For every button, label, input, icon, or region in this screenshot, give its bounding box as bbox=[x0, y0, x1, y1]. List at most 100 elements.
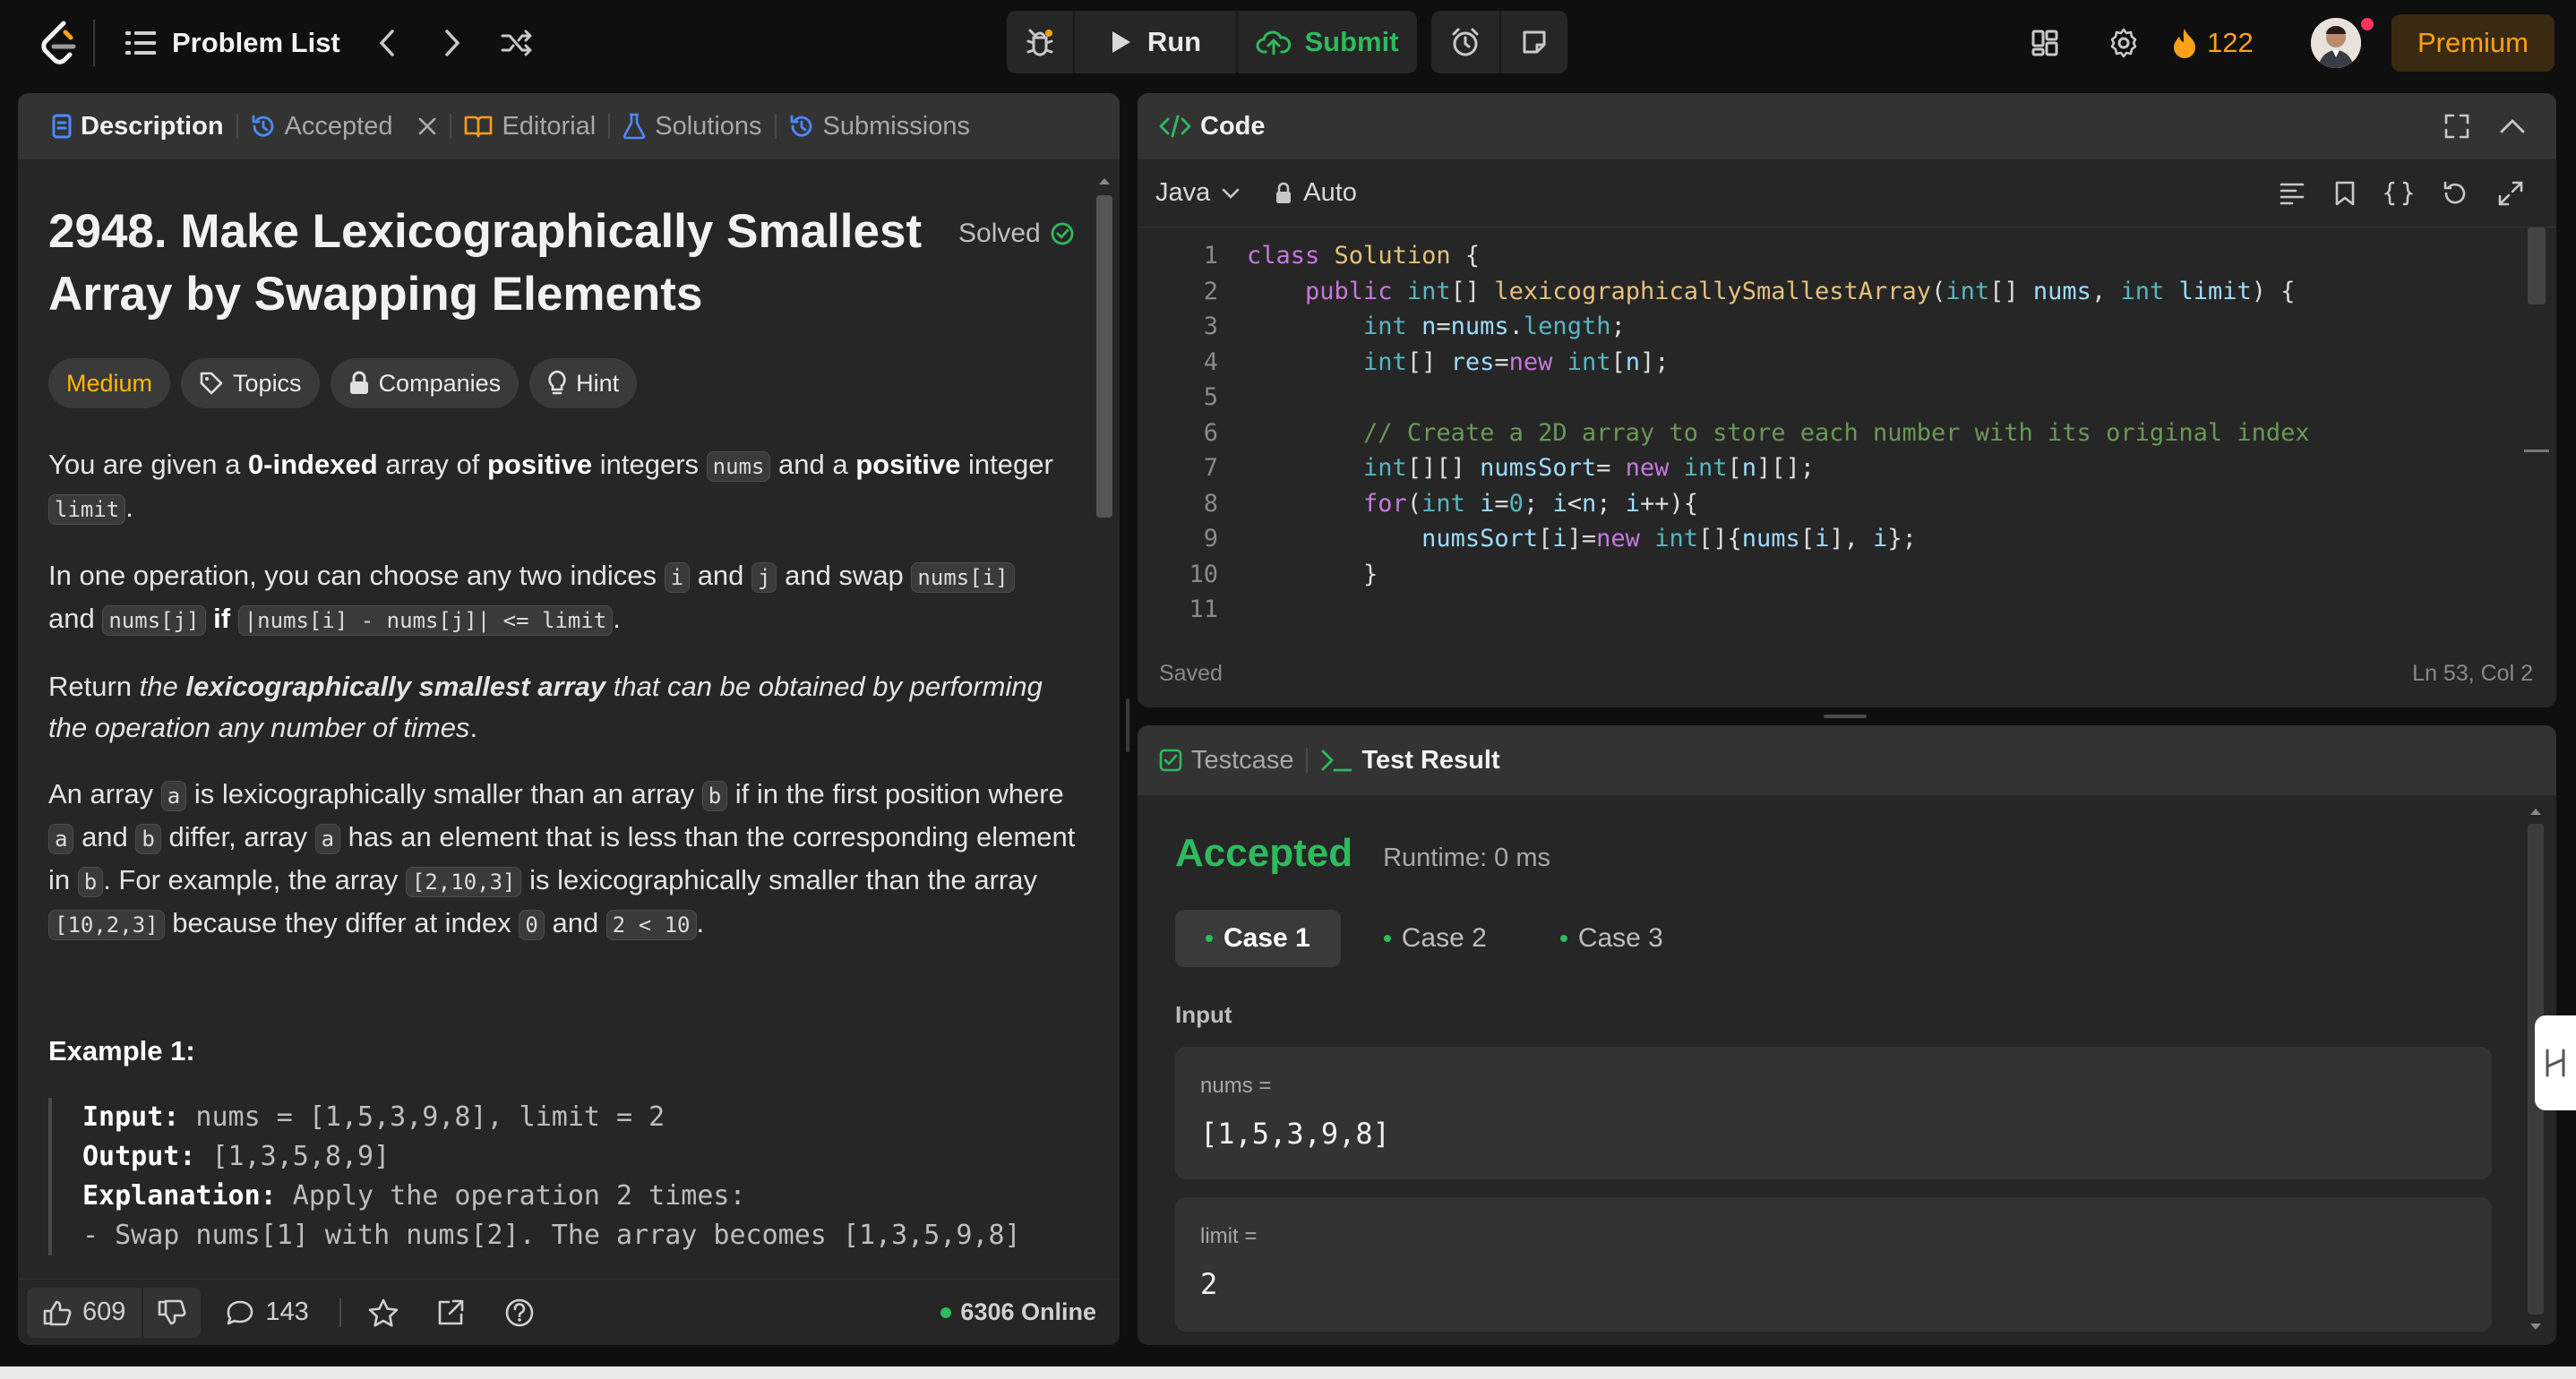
collapse-button[interactable] bbox=[2499, 117, 2526, 135]
text: . bbox=[696, 907, 705, 938]
horizontal-resize-handle[interactable] bbox=[1824, 715, 1867, 718]
code-lines[interactable]: class Solution { public int[] lexicograp… bbox=[1247, 238, 2310, 623]
inline-code: nums bbox=[706, 451, 771, 482]
example-value: Apply the operation 2 times: bbox=[276, 1180, 746, 1212]
comments-button[interactable]: 143 bbox=[226, 1298, 309, 1327]
code-line[interactable]: public int[] lexicographicallySmallestAr… bbox=[1247, 274, 2310, 310]
notes-button[interactable] bbox=[1501, 11, 1567, 73]
tab-testcase[interactable]: Testcase bbox=[1159, 725, 1306, 795]
run-button[interactable]: Run bbox=[1075, 11, 1236, 73]
side-extension-tab[interactable] bbox=[2535, 1015, 2576, 1110]
line-number: 7 bbox=[1203, 454, 1218, 482]
auto-mode-toggle[interactable]: Auto bbox=[1275, 178, 1357, 208]
tab-test-result[interactable]: Test Result bbox=[1308, 725, 1512, 795]
help-button[interactable] bbox=[504, 1298, 535, 1328]
streak-counter[interactable]: 122 bbox=[2171, 19, 2254, 67]
dislike-button[interactable] bbox=[143, 1288, 201, 1338]
code-line[interactable]: int[][] numsSort= new int[n][]; bbox=[1247, 450, 2310, 486]
code-line[interactable]: class Solution { bbox=[1247, 238, 2310, 274]
check-circle-icon bbox=[1051, 222, 1074, 245]
play-icon bbox=[1112, 31, 1130, 53]
code-line[interactable]: int n=nums.length; bbox=[1247, 309, 2310, 345]
braces-icon[interactable] bbox=[2384, 180, 2413, 207]
hint-label: Hint bbox=[576, 369, 620, 397]
param-value: [1,5,3,9,8] bbox=[1200, 1117, 1390, 1151]
inline-code: |nums[i] - nums[j]| <= limit bbox=[237, 605, 614, 636]
case-tab-2[interactable]: Case 2 bbox=[1353, 910, 1517, 967]
debugger-button[interactable] bbox=[1007, 11, 1073, 73]
code-line[interactable] bbox=[1247, 380, 2310, 415]
reset-icon[interactable] bbox=[2442, 180, 2469, 207]
maximize-icon[interactable] bbox=[2497, 180, 2524, 207]
question-icon bbox=[505, 1298, 534, 1326]
problem-header: 2948. Make Lexicographically Smallest Ar… bbox=[48, 201, 1078, 340]
line-number: 1 bbox=[1203, 242, 1218, 270]
scroll-down-icon[interactable] bbox=[2522, 1318, 2549, 1336]
param-limit: limit = 2 bbox=[1175, 1197, 2492, 1332]
scrollbar-thumb[interactable] bbox=[1096, 195, 1112, 518]
lock-icon bbox=[349, 371, 368, 394]
submit-button[interactable]: Submit bbox=[1238, 11, 1417, 73]
hint-button[interactable]: Hint bbox=[529, 358, 638, 408]
code-scrollbar[interactable] bbox=[2524, 227, 2549, 621]
example-block: Input: nums = [1,5,3,9,8], limit = 2 Outp… bbox=[48, 1098, 1078, 1255]
case-tab-3[interactable]: Case 3 bbox=[1530, 910, 1694, 967]
next-problem-button[interactable] bbox=[428, 19, 477, 67]
fullscreen-button[interactable] bbox=[2443, 113, 2470, 140]
premium-button[interactable]: Premium bbox=[2391, 14, 2555, 72]
settings-button[interactable] bbox=[2099, 19, 2148, 67]
close-icon[interactable] bbox=[417, 116, 437, 136]
vertical-resize-handle[interactable] bbox=[1126, 698, 1129, 752]
description-paragraph-1: You are given a 0-indexed array of posit… bbox=[48, 444, 1078, 530]
example-label: Input: bbox=[82, 1101, 180, 1133]
companies-label: Companies bbox=[378, 369, 502, 397]
line-number: 10 bbox=[1189, 560, 1218, 588]
language-select[interactable]: Java bbox=[1155, 178, 1241, 208]
description-paragraph-2: In one operation, you can choose any two… bbox=[48, 555, 1078, 641]
companies-button[interactable]: Companies bbox=[330, 358, 519, 408]
description-paragraph-3: Return the lexicographically smallest ar… bbox=[48, 666, 1078, 749]
difficulty-badge[interactable]: Medium bbox=[48, 358, 171, 408]
topics-button[interactable]: Topics bbox=[181, 358, 320, 408]
code-line[interactable]: numsSort[i]=new int[]{nums[i], i}; bbox=[1247, 521, 2310, 557]
tab-accepted[interactable]: Accepted bbox=[238, 93, 451, 159]
leetcode-logo[interactable] bbox=[36, 20, 82, 66]
description-tabs: Description Accepted Editorial Solutions… bbox=[18, 93, 1120, 159]
scroll-up-icon[interactable] bbox=[1091, 172, 1118, 190]
alarm-clock-icon bbox=[1452, 28, 1479, 56]
scrollbar-thumb[interactable] bbox=[2528, 227, 2546, 304]
share-button[interactable] bbox=[436, 1298, 465, 1327]
code-editor[interactable]: 1 2 3 4 5 6 7 8 9 10 11 class Solution { public in… bbox=[1138, 238, 2517, 623]
case-tab-1[interactable]: Case 1 bbox=[1175, 910, 1341, 967]
line-number: 4 bbox=[1203, 347, 1218, 376]
code-line[interactable]: } bbox=[1247, 557, 2310, 593]
case-label: Case 2 bbox=[1401, 923, 1487, 953]
timer-button[interactable] bbox=[1431, 11, 1499, 73]
description-scrollbar[interactable] bbox=[1091, 165, 1118, 1345]
favorite-button[interactable] bbox=[368, 1298, 399, 1327]
like-button[interactable]: 609 bbox=[27, 1288, 142, 1338]
code-line[interactable] bbox=[1247, 592, 2310, 623]
tab-description[interactable]: Description bbox=[39, 93, 236, 159]
layout-button[interactable] bbox=[2021, 19, 2069, 67]
code-line[interactable]: int[] res=new int[n]; bbox=[1247, 345, 2310, 381]
tab-code[interactable]: Code bbox=[1159, 93, 1278, 159]
inline-code: b bbox=[77, 867, 104, 897]
shuffle-button[interactable] bbox=[493, 19, 541, 67]
tab-submissions[interactable]: Submissions bbox=[777, 93, 983, 159]
text: and a bbox=[770, 449, 856, 480]
inline-code: [2,10,3] bbox=[405, 867, 522, 897]
code-line[interactable]: // Create a 2D array to store each numbe… bbox=[1247, 415, 2310, 451]
bookmark-icon[interactable] bbox=[2334, 180, 2356, 207]
scroll-up-icon[interactable] bbox=[2522, 802, 2549, 820]
top-navigation-bar: Problem List Run Submit 122 Premium bbox=[0, 0, 2576, 88]
description-footer: 609 143 6306 Online bbox=[18, 1279, 1120, 1345]
tab-editorial[interactable]: Editorial bbox=[451, 93, 608, 159]
avatar[interactable] bbox=[2311, 18, 2361, 68]
bug-icon bbox=[1026, 29, 1053, 56]
format-icon[interactable] bbox=[2279, 181, 2306, 206]
problem-list-button[interactable]: Problem List bbox=[125, 18, 340, 68]
prev-problem-button[interactable] bbox=[363, 19, 411, 67]
tab-solutions[interactable]: Solutions bbox=[610, 93, 774, 159]
code-line[interactable]: for(int i=0; i<n; i++){ bbox=[1247, 486, 2310, 522]
